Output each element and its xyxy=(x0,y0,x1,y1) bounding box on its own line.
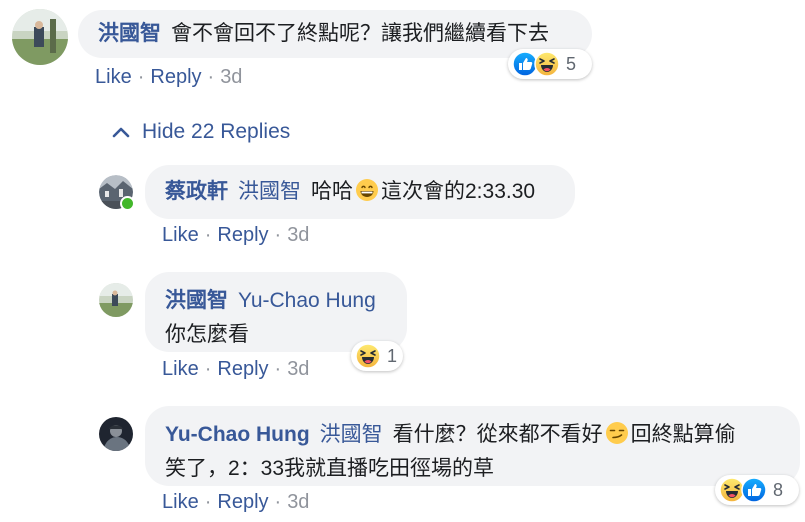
reply-actions: Like · Reply · 3d xyxy=(162,358,309,381)
timestamp[interactable]: 3d xyxy=(287,224,309,246)
comment-actions: Like · Reply · 3d xyxy=(95,66,242,89)
reaction-summary[interactable]: 5 xyxy=(508,49,592,79)
separator: · xyxy=(274,358,282,380)
avatar[interactable] xyxy=(12,9,68,65)
smirk-emoji-icon xyxy=(605,421,629,445)
reaction-count: 5 xyxy=(566,53,577,74)
avatar[interactable] xyxy=(99,417,133,451)
separator: · xyxy=(204,224,212,246)
separator: · xyxy=(137,66,145,88)
laugh-icon xyxy=(355,343,381,369)
laugh-icon xyxy=(534,51,560,77)
like-icon xyxy=(741,477,767,503)
reply-text-line2: 笑了，2：33我就直播吃田徑場的草 xyxy=(165,457,495,480)
like-link[interactable]: Like xyxy=(162,358,199,380)
mention-link[interactable]: Yu-Chao Hung xyxy=(238,289,376,312)
mention-link[interactable]: 洪國智 xyxy=(238,180,301,203)
reply-bubble: 洪國智 Yu-Chao Hung 你怎麼看 xyxy=(145,272,407,352)
reply-author[interactable]: 蔡政軒 xyxy=(165,180,228,203)
reaction-summary[interactable]: 8 xyxy=(715,475,799,505)
reply-link[interactable]: Reply xyxy=(217,224,268,246)
comment-author[interactable]: 洪國智 xyxy=(98,22,161,45)
reply-text: 看什麼？從來都不看好 xyxy=(392,423,603,446)
reply-link[interactable]: Reply xyxy=(217,491,268,513)
separator: · xyxy=(204,491,212,513)
avatar[interactable] xyxy=(99,283,133,317)
mention-link[interactable]: 洪國智 xyxy=(320,423,383,446)
like-link[interactable]: Like xyxy=(162,224,199,246)
reply-text: 哈哈 xyxy=(311,180,353,203)
reply-text: 回終點算偷 xyxy=(630,423,736,446)
hide-replies-label: Hide 22 Replies xyxy=(142,120,291,143)
reply-author[interactable]: 洪國智 xyxy=(165,289,228,312)
separator: · xyxy=(274,224,282,246)
timestamp[interactable]: 3d xyxy=(287,491,309,513)
separator: · xyxy=(274,491,282,513)
reply-actions: Like · Reply · 3d xyxy=(162,491,309,514)
timestamp[interactable]: 3d xyxy=(287,358,309,380)
grin-emoji-icon xyxy=(355,178,379,202)
reply-link[interactable]: Reply xyxy=(217,358,268,380)
reply-author[interactable]: Yu-Chao Hung xyxy=(165,423,310,446)
separator: · xyxy=(207,66,215,88)
chevron-up-icon xyxy=(112,127,130,138)
reaction-summary[interactable]: 1 xyxy=(351,341,403,371)
online-status-dot xyxy=(120,196,135,211)
hide-replies-toggle[interactable]: Hide 22 Replies xyxy=(112,120,290,144)
reaction-count: 8 xyxy=(773,479,784,500)
avatar[interactable] xyxy=(99,175,135,211)
separator: · xyxy=(204,358,212,380)
reply-text: 這次會的2:33.30 xyxy=(381,180,536,203)
reply-actions: Like · Reply · 3d xyxy=(162,224,309,247)
like-link[interactable]: Like xyxy=(95,66,132,88)
reply-bubble: Yu-Chao Hung 洪國智 看什麼？從來都不看好 回終點算偷 笑了，2：33我就… xyxy=(145,406,800,486)
reaction-count: 1 xyxy=(386,345,397,366)
comment-text: 會不會回不了終點呢？讓我們繼續看下去 xyxy=(171,22,549,45)
like-link[interactable]: Like xyxy=(162,491,199,513)
timestamp[interactable]: 3d xyxy=(220,66,242,88)
reply-bubble: 蔡政軒 洪國智 哈哈 這次會的2:33.30 xyxy=(145,165,575,219)
reply-text: 你怎麼看 xyxy=(165,323,249,346)
reply-link[interactable]: Reply xyxy=(150,66,201,88)
